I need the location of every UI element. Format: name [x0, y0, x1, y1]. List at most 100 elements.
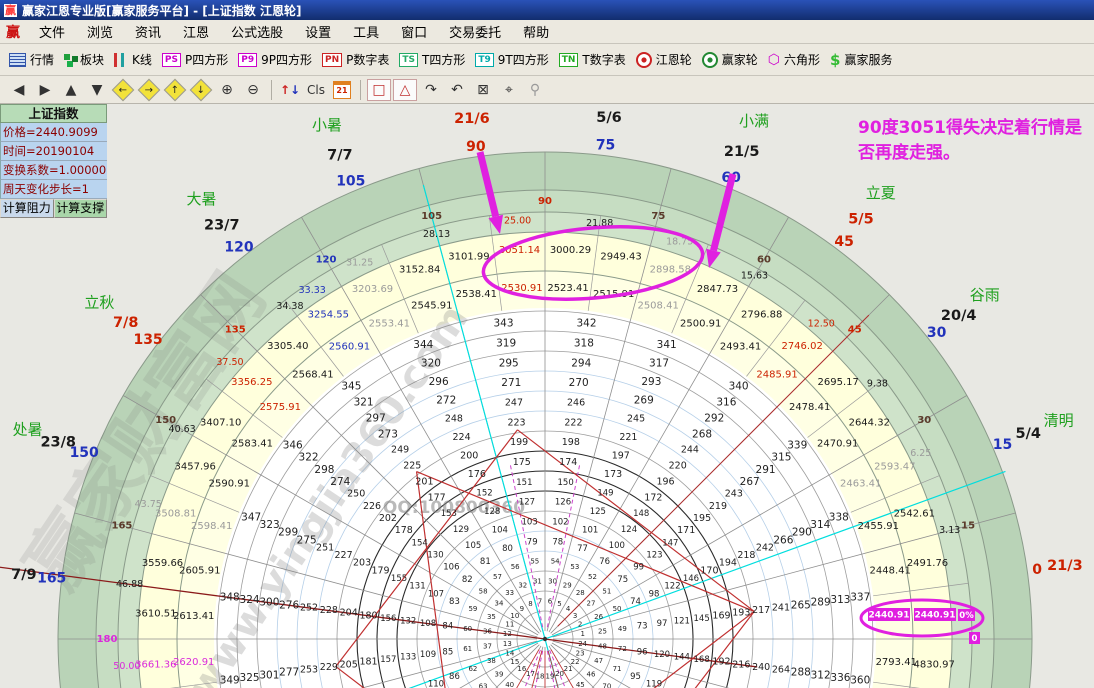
menu-item-江恩[interactable]: 江恩 [172, 24, 220, 43]
svg-text:39: 39 [495, 670, 504, 678]
toolbar-button-六角形[interactable]: ⬡六角形 [768, 51, 820, 68]
pan-down-button[interactable]: ↓ [189, 79, 213, 101]
up-arrow[interactable]: ▲ [59, 79, 83, 101]
toolbar-button-T数字表[interactable]: TNT数字表 [559, 51, 626, 68]
svg-text:99: 99 [633, 563, 644, 573]
menu-item-公式选股[interactable]: 公式选股 [220, 24, 294, 43]
svg-text:6.25: 6.25 [910, 448, 931, 459]
prev-arrow[interactable]: ◀ [7, 79, 31, 101]
svg-text:169: 169 [712, 610, 730, 621]
svg-text:21: 21 [564, 665, 573, 673]
calc-resistance-button[interactable]: 计算阻力 [0, 199, 54, 218]
svg-text:33: 33 [505, 589, 514, 597]
toolbar-button-P四方形[interactable]: PSP四方形 [162, 51, 228, 68]
svg-text:290: 290 [792, 527, 812, 539]
menu-item-帮助[interactable]: 帮助 [512, 24, 560, 43]
svg-text:3610.51: 3610.51 [135, 608, 176, 619]
pan-left-button[interactable]: ← [111, 79, 135, 101]
svg-text:120: 120 [224, 239, 253, 255]
svg-text:82: 82 [462, 575, 473, 585]
menu-item-设置[interactable]: 设置 [294, 24, 342, 43]
svg-text:2523.41: 2523.41 [547, 283, 588, 294]
svg-text:123: 123 [646, 550, 662, 560]
svg-text:12.50: 12.50 [808, 318, 835, 329]
wheel-target-icon [636, 52, 652, 68]
calc-support-button[interactable]: 计算支撑 [54, 199, 108, 218]
svg-text:343: 343 [493, 318, 513, 330]
svg-text:34.38: 34.38 [276, 301, 303, 312]
svg-text:3: 3 [573, 612, 577, 620]
svg-text:295: 295 [499, 357, 519, 369]
svg-text:105: 105 [421, 211, 442, 222]
svg-text:120: 120 [654, 650, 670, 660]
svg-text:2440.91: 2440.91 [915, 611, 956, 621]
toolbar-button-赢家轮[interactable]: 赢家轮 [702, 51, 758, 68]
toolbar-button-K线[interactable]: K线 [114, 51, 152, 68]
svg-text:75: 75 [651, 211, 665, 222]
zoom-in-button[interactable]: ⊕ [215, 79, 239, 101]
badge-icon: P9 [238, 53, 257, 67]
down-arrow[interactable]: ▼ [85, 79, 109, 101]
menu-item-浏览[interactable]: 浏览 [76, 24, 124, 43]
svg-text:229: 229 [320, 662, 338, 673]
toolbar-button-9P四方形[interactable]: P99P四方形 [238, 51, 312, 68]
rotate-ccw-button[interactable]: ↶ [445, 79, 469, 101]
svg-text:201: 201 [415, 476, 433, 487]
box-x-tool[interactable]: ⊠ [471, 79, 495, 101]
svg-text:55: 55 [530, 558, 539, 566]
triangle-tool[interactable]: △ [393, 79, 417, 101]
svg-text:33.33: 33.33 [299, 285, 326, 296]
rotate-cw-button[interactable]: ↷ [419, 79, 443, 101]
svg-text:56: 56 [511, 563, 520, 571]
svg-text:360: 360 [850, 675, 870, 687]
svg-text:180: 180 [359, 610, 377, 621]
svg-text:193: 193 [732, 608, 750, 619]
pin-tool[interactable]: ⚲ [523, 79, 547, 101]
menu-item-文件[interactable]: 文件 [28, 24, 76, 43]
svg-text:22: 22 [571, 658, 580, 666]
menu-item-交易委托[interactable]: 交易委托 [438, 24, 512, 43]
toolbar-button-板块[interactable]: 板块 [64, 51, 104, 68]
svg-text:292: 292 [704, 412, 724, 424]
toolbar-button-P数字表[interactable]: PNP数字表 [322, 51, 389, 68]
updown-button[interactable]: ↑↓ [278, 79, 302, 101]
svg-text:133: 133 [400, 653, 416, 663]
wheel-target-icon [702, 52, 718, 68]
svg-text:149: 149 [597, 489, 613, 499]
menu-item-资讯[interactable]: 资讯 [124, 24, 172, 43]
toolbar-button-赢家服务[interactable]: $赢家服务 [830, 51, 892, 69]
menu-item-工具[interactable]: 工具 [342, 24, 390, 43]
svg-text:178: 178 [395, 525, 413, 536]
menu-logo-icon: 赢 [6, 22, 20, 42]
svg-text:78: 78 [552, 537, 563, 547]
cls-button[interactable]: Cls [304, 79, 328, 101]
menu-bar: 赢 文件浏览资讯江恩公式选股设置工具窗口交易委托帮助 [0, 20, 1094, 44]
pan-right-button[interactable]: → [137, 79, 161, 101]
svg-text:105: 105 [336, 174, 365, 190]
toolbar-button-行情[interactable]: 行情 [9, 51, 54, 68]
svg-text:12: 12 [503, 630, 512, 638]
svg-text:102: 102 [552, 518, 568, 528]
svg-text:150: 150 [155, 415, 176, 426]
toolbar-button-T四方形[interactable]: TST四方形 [399, 51, 465, 68]
svg-text:54: 54 [551, 558, 560, 566]
menu-item-窗口[interactable]: 窗口 [390, 24, 438, 43]
svg-text:37: 37 [483, 643, 492, 651]
svg-text:43.75: 43.75 [135, 499, 162, 510]
calendar-button[interactable]: 21 [330, 79, 354, 101]
pan-up-button[interactable]: ↑ [163, 79, 187, 101]
svg-text:2542.61: 2542.61 [894, 509, 935, 520]
svg-text:341: 341 [657, 339, 677, 351]
svg-text:347: 347 [241, 511, 261, 523]
zoom-out-button[interactable]: ⊖ [241, 79, 265, 101]
svg-text:249: 249 [391, 445, 409, 456]
svg-text:2746.02: 2746.02 [781, 341, 822, 352]
toolbar-button-9T四方形[interactable]: T99T四方形 [475, 51, 548, 68]
svg-text:340: 340 [729, 381, 749, 393]
center-tool[interactable]: ⌖ [497, 79, 521, 101]
next-arrow[interactable]: ▶ [33, 79, 57, 101]
svg-text:148: 148 [633, 509, 649, 519]
square-tool[interactable]: □ [367, 79, 391, 101]
svg-text:145: 145 [694, 614, 710, 624]
toolbar-button-江恩轮[interactable]: 江恩轮 [636, 51, 692, 68]
